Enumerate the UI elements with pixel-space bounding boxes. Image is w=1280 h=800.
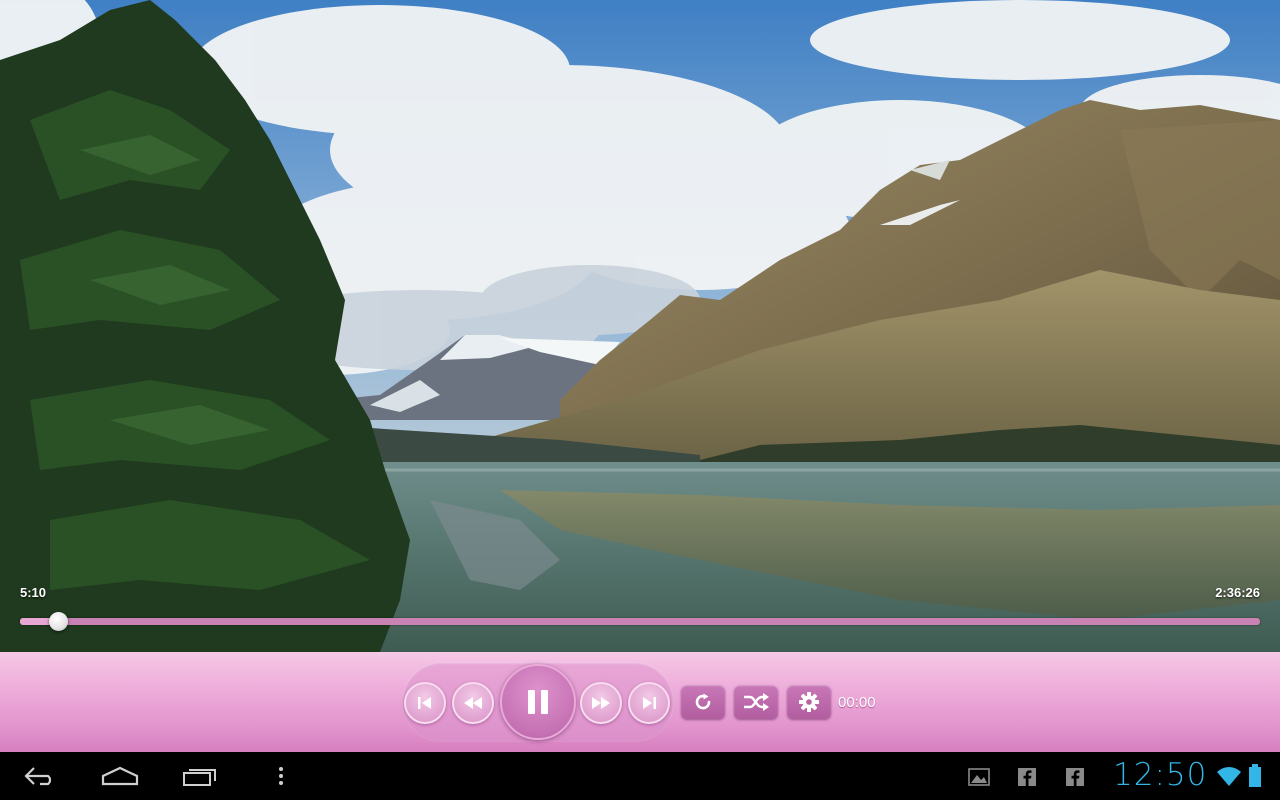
transport-controls: [402, 662, 674, 742]
status-clock[interactable]: 12:50: [1113, 757, 1207, 793]
gear-icon: [799, 692, 819, 712]
video-player-screen: 5:10 2:36:26 00:00 12:50: [0, 0, 1280, 800]
recent-apps-button[interactable]: [176, 752, 224, 800]
overflow-menu-icon: [279, 767, 283, 785]
recent-apps-icon: [183, 769, 216, 786]
skip-next-icon: [643, 697, 656, 709]
previous-track-button[interactable]: [404, 682, 446, 724]
repeat-button[interactable]: [681, 685, 725, 719]
wifi-icon: [1217, 767, 1241, 786]
total-duration: 2:36:26: [1215, 585, 1260, 600]
repeat-icon: [695, 693, 711, 710]
fast-forward-button[interactable]: [580, 682, 622, 724]
seek-bar[interactable]: [20, 612, 1260, 631]
rewind-button[interactable]: [452, 682, 494, 724]
next-track-button[interactable]: [628, 682, 670, 724]
gallery-icon[interactable]: [968, 766, 990, 788]
battery-icon: [1249, 764, 1261, 787]
facebook-icon[interactable]: [1064, 766, 1086, 788]
home-button[interactable]: [96, 752, 144, 800]
back-button[interactable]: [16, 752, 64, 800]
shuffle-icon: [744, 693, 769, 711]
rewind-icon: [464, 697, 482, 709]
position-readout: 00:00: [838, 694, 876, 711]
facebook-icon[interactable]: [1016, 766, 1038, 788]
video-frame[interactable]: [0, 0, 1280, 652]
playback-control-bar: 00:00: [0, 652, 1280, 752]
overflow-menu-button[interactable]: [270, 752, 292, 800]
seek-bar-thumb[interactable]: [49, 612, 69, 631]
pause-icon: [528, 690, 548, 714]
skip-previous-icon: [418, 697, 431, 709]
video-frame-image: [0, 0, 1280, 652]
elapsed-time: 5:10: [20, 585, 47, 600]
pause-button[interactable]: [500, 664, 576, 740]
system-navigation-bar: 12:50: [0, 752, 1280, 800]
shuffle-button[interactable]: [734, 685, 778, 719]
settings-button[interactable]: [787, 685, 831, 719]
home-icon: [101, 766, 139, 786]
back-icon: [24, 767, 52, 786]
fast-forward-icon: [592, 697, 610, 709]
